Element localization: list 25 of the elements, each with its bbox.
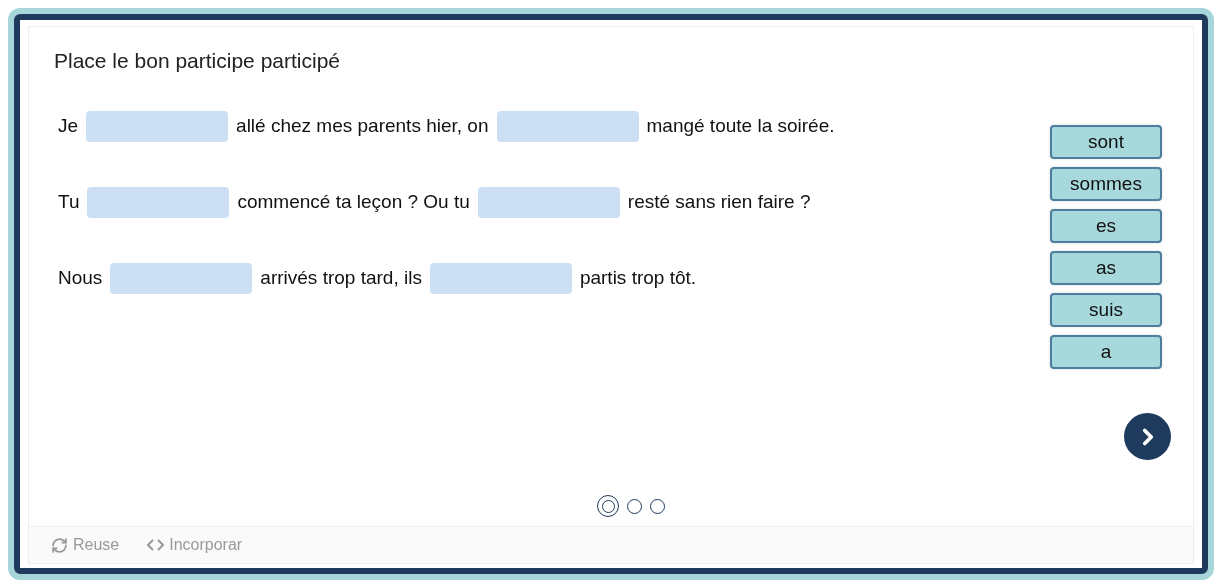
- drop-zone[interactable]: [496, 110, 639, 142]
- sentence-text: commencé ta leçon ? Ou tu: [237, 191, 470, 213]
- sentence-text: arrivés trop tard, ils: [260, 267, 422, 289]
- sentence-text: allé chez mes parents hier, on: [236, 115, 489, 137]
- word-chip[interactable]: a: [1050, 335, 1162, 369]
- drop-zone[interactable]: [86, 110, 229, 142]
- sentence-text: Nous: [58, 267, 103, 289]
- word-chip[interactable]: sommes: [1050, 167, 1162, 201]
- sentence-text: partis trop tôt.: [579, 267, 697, 289]
- drop-zone[interactable]: [110, 262, 253, 294]
- sentence-text: Je: [58, 115, 79, 137]
- drop-zone[interactable]: [87, 186, 230, 218]
- exercise-title: Place le bon participe participé: [54, 49, 341, 73]
- refresh-icon: [51, 536, 68, 554]
- drop-zone[interactable]: [477, 186, 620, 218]
- word-chip[interactable]: suis: [1050, 293, 1162, 327]
- word-chip[interactable]: sont: [1050, 125, 1162, 159]
- drop-zone[interactable]: [429, 262, 572, 294]
- sentence-text: resté sans rien faire ?: [627, 191, 811, 213]
- word-chip[interactable]: es: [1050, 209, 1162, 243]
- word-chip[interactable]: as: [1050, 251, 1162, 285]
- code-icon: [147, 539, 165, 551]
- next-button[interactable]: [1124, 413, 1171, 460]
- sentence-text: Tu: [58, 191, 80, 213]
- sentence-text: mangé toute la soirée.: [646, 115, 835, 137]
